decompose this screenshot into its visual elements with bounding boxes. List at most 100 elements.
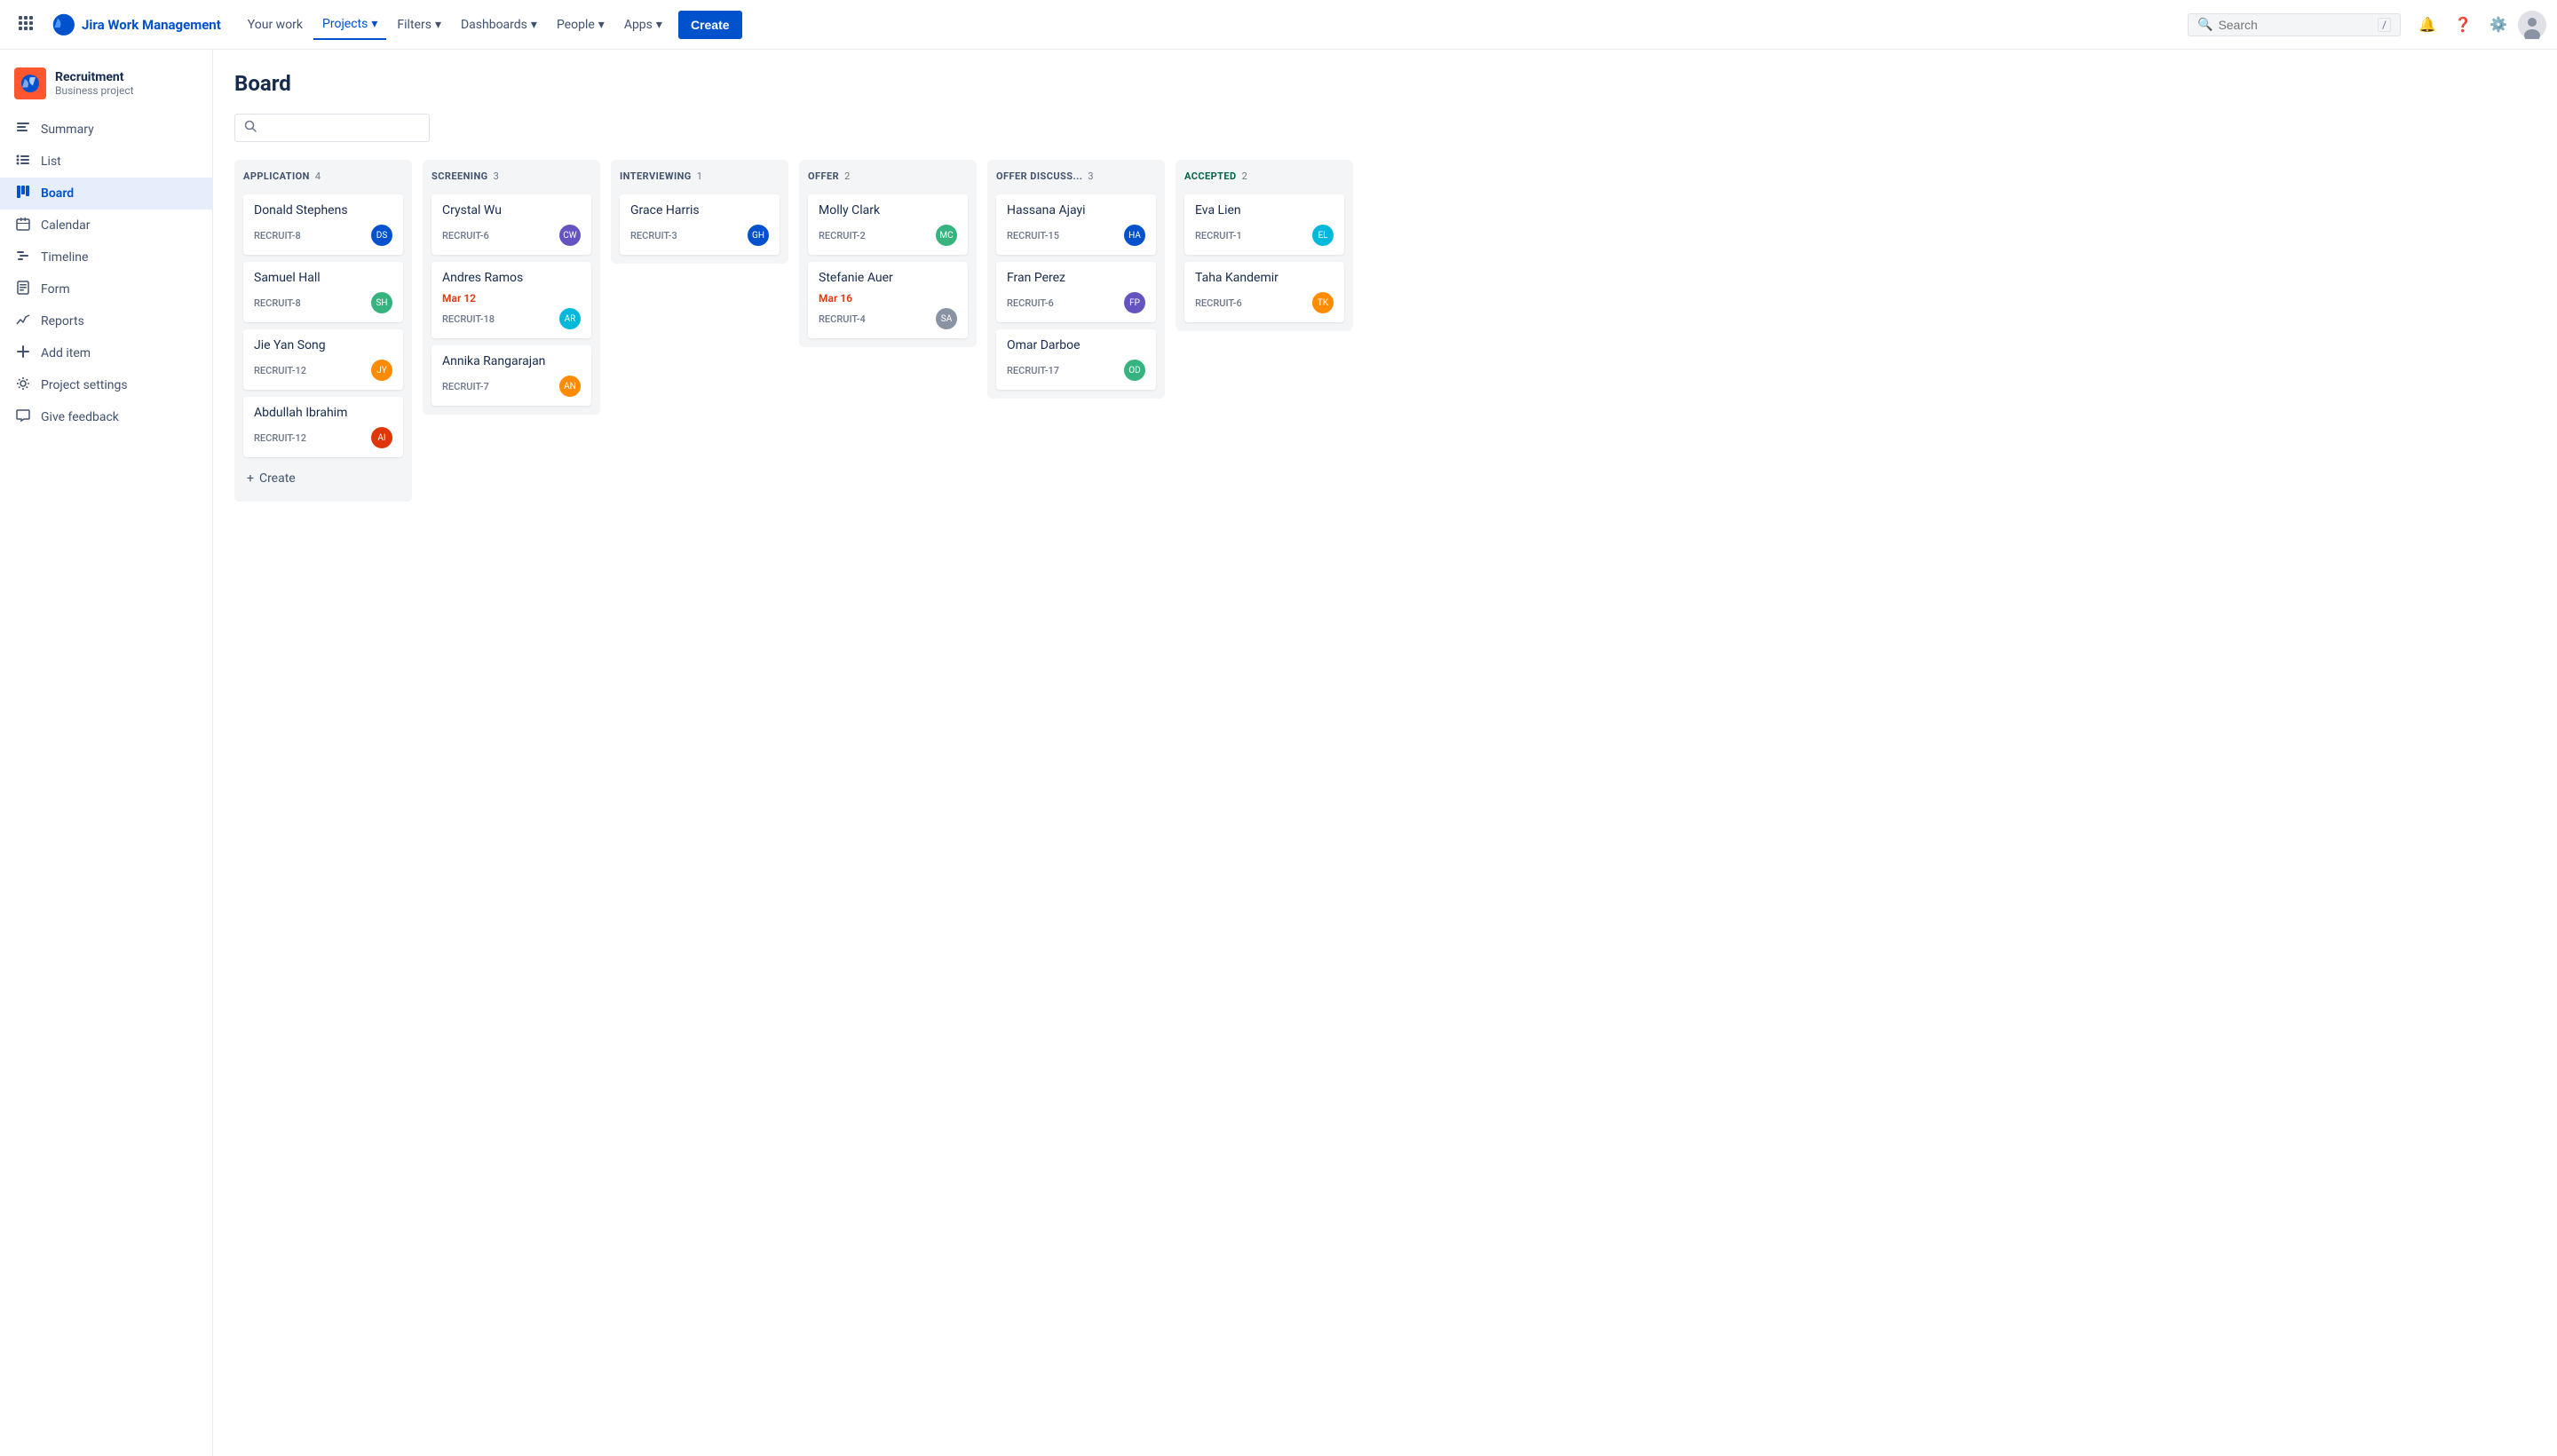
- sidebar-label-summary: Summary: [41, 123, 94, 137]
- card-molly-clark[interactable]: Molly Clark RECRUIT-2 MC: [808, 194, 968, 255]
- nav-your-work[interactable]: Your work: [239, 11, 312, 39]
- card-jie-yan-song[interactable]: Jie Yan Song RECRUIT-12 JY: [243, 329, 403, 390]
- sidebar-item-give-feedback[interactable]: Give feedback: [0, 401, 212, 433]
- main-content: Board APPLICATION 4 Donald Stephens RECR…: [213, 50, 2557, 1456]
- sidebar-item-form[interactable]: Form: [0, 273, 212, 305]
- avatar: FP: [1124, 292, 1145, 313]
- card-hassana-ajayi[interactable]: Hassana Ajayi RECRUIT-15 HA: [996, 194, 1156, 255]
- logo-text: Jira Work Management: [82, 17, 221, 33]
- calendar-icon: [14, 217, 32, 234]
- page-title: Board: [234, 71, 2536, 96]
- column-accepted: ACCEPTED 2 Eva Lien RECRUIT-1 EL Taha Ka…: [1176, 160, 1353, 331]
- nav-filters[interactable]: Filters ▾: [388, 11, 450, 39]
- board-search-input[interactable]: [262, 121, 420, 135]
- sidebar-item-reports[interactable]: Reports: [0, 305, 212, 337]
- avatar: TK: [1312, 292, 1334, 313]
- sidebar-item-timeline[interactable]: Timeline: [0, 241, 212, 273]
- board-search-box[interactable]: [234, 114, 430, 142]
- chevron-down-icon: ▾: [656, 18, 662, 32]
- search-shortcut-badge: /: [2378, 18, 2391, 32]
- column-count-offer-discuss: 3: [1088, 170, 1093, 182]
- list-icon: [14, 153, 32, 170]
- search-input[interactable]: [2218, 18, 2372, 32]
- timeline-icon: [14, 249, 32, 266]
- card-samuel-hall[interactable]: Samuel Hall RECRUIT-8 SH: [243, 262, 403, 322]
- column-offer-discuss: OFFER DISCUSS... 3 Hassana Ajayi RECRUIT…: [987, 160, 1165, 399]
- project-name: Recruitment: [55, 70, 134, 84]
- chevron-down-icon: ▾: [435, 18, 441, 32]
- column-title-interviewing: INTERVIEWING: [620, 170, 692, 182]
- plus-icon: +: [247, 471, 254, 486]
- search-icon: 🔍: [2197, 18, 2213, 32]
- app-logo[interactable]: Jira Work Management: [44, 9, 228, 41]
- nav-apps[interactable]: Apps ▾: [615, 11, 671, 39]
- chevron-down-icon: ▾: [371, 17, 377, 31]
- column-count-screening: 3: [494, 170, 499, 182]
- sidebar-item-board[interactable]: Board: [0, 178, 212, 210]
- notifications-button[interactable]: 🔔: [2411, 9, 2443, 41]
- help-button[interactable]: ❓: [2447, 9, 2479, 41]
- user-avatar[interactable]: [2518, 11, 2546, 39]
- sidebar-item-project-settings[interactable]: Project settings: [0, 369, 212, 401]
- project-header: Recruitment Business project: [0, 60, 212, 114]
- sidebar-label-add-item: Add item: [41, 346, 91, 360]
- avatar: DS: [371, 225, 392, 246]
- avatar: AN: [559, 376, 581, 397]
- search-box[interactable]: 🔍 /: [2188, 13, 2401, 36]
- card-annika-rangarajan[interactable]: Annika Rangarajan RECRUIT-7 AN: [431, 345, 591, 406]
- avatar: OD: [1124, 360, 1145, 381]
- create-card-button[interactable]: + Create: [243, 464, 403, 493]
- grid-icon[interactable]: [11, 8, 41, 42]
- column-interviewing: INTERVIEWING 1 Grace Harris RECRUIT-3 GH: [611, 160, 788, 264]
- project-type: Business project: [55, 84, 134, 97]
- sidebar-item-list[interactable]: List: [0, 146, 212, 178]
- add-item-icon: [14, 344, 32, 362]
- avatar: SH: [371, 292, 392, 313]
- card-grace-harris[interactable]: Grace Harris RECRUIT-3 GH: [620, 194, 780, 255]
- avatar: JY: [371, 360, 392, 381]
- card-omar-darboe[interactable]: Omar Darboe RECRUIT-17 OD: [996, 329, 1156, 390]
- card-andres-ramos[interactable]: Andres Ramos Mar 12 RECRUIT-18 AR: [431, 262, 591, 338]
- sidebar-item-add-item[interactable]: Add item: [0, 337, 212, 369]
- avatar: AR: [559, 308, 581, 329]
- sidebar-item-calendar[interactable]: Calendar: [0, 210, 212, 241]
- board-search-icon: [244, 120, 257, 136]
- form-icon: [14, 281, 32, 298]
- card-abdullah-ibrahim[interactable]: Abdullah Ibrahim RECRUIT-12 AI: [243, 397, 403, 457]
- avatar: AI: [371, 427, 392, 448]
- create-button[interactable]: Create: [678, 11, 742, 39]
- avatar: GH: [748, 225, 769, 246]
- nav-icons: 🔔 ❓ ⚙️: [2411, 9, 2546, 41]
- settings-button[interactable]: ⚙️: [2482, 9, 2514, 41]
- sidebar-label-list: List: [41, 154, 61, 169]
- card-taha-kandemir[interactable]: Taha Kandemir RECRUIT-6 TK: [1184, 262, 1344, 322]
- nav-projects[interactable]: Projects ▾: [313, 10, 386, 40]
- card-crystal-wu[interactable]: Crystal Wu RECRUIT-6 CW: [431, 194, 591, 255]
- card-fran-perez[interactable]: Fran Perez RECRUIT-6 FP: [996, 262, 1156, 322]
- give-feedback-icon: [14, 408, 32, 426]
- column-title-accepted: ACCEPTED: [1184, 170, 1237, 182]
- sidebar-label-reports: Reports: [41, 314, 84, 328]
- card-stefanie-auer[interactable]: Stefanie Auer Mar 16 RECRUIT-4 SA: [808, 262, 968, 338]
- column-count-accepted: 2: [1242, 170, 1247, 182]
- avatar: HA: [1124, 225, 1145, 246]
- sidebar-label-board: Board: [41, 186, 74, 201]
- card-donald-stephens[interactable]: Donald Stephens RECRUIT-8 DS: [243, 194, 403, 255]
- project-icon: [14, 67, 46, 99]
- nav-dashboards[interactable]: Dashboards ▾: [452, 11, 546, 39]
- top-navigation: Jira Work Management Your work Projects …: [0, 0, 2557, 50]
- nav-people[interactable]: People ▾: [548, 11, 614, 39]
- column-application: APPLICATION 4 Donald Stephens RECRUIT-8 …: [234, 160, 412, 502]
- avatar: SA: [936, 308, 957, 329]
- column-offer: OFFER 2 Molly Clark RECRUIT-2 MC Stefani…: [799, 160, 977, 347]
- card-eva-lien[interactable]: Eva Lien RECRUIT-1 EL: [1184, 194, 1344, 255]
- project-settings-icon: [14, 376, 32, 394]
- board-icon: [14, 185, 32, 202]
- avatar: CW: [559, 225, 581, 246]
- chevron-down-icon: ▾: [598, 18, 605, 32]
- column-screening: SCREENING 3 Crystal Wu RECRUIT-6 CW Andr…: [423, 160, 600, 415]
- sidebar-label-give-feedback: Give feedback: [41, 410, 119, 424]
- main-navigation: Your work Projects ▾ Filters ▾ Dashboard…: [239, 10, 671, 40]
- sidebar-item-summary[interactable]: Summary: [0, 114, 212, 146]
- column-title-offer-discuss: OFFER DISCUSS...: [996, 170, 1082, 182]
